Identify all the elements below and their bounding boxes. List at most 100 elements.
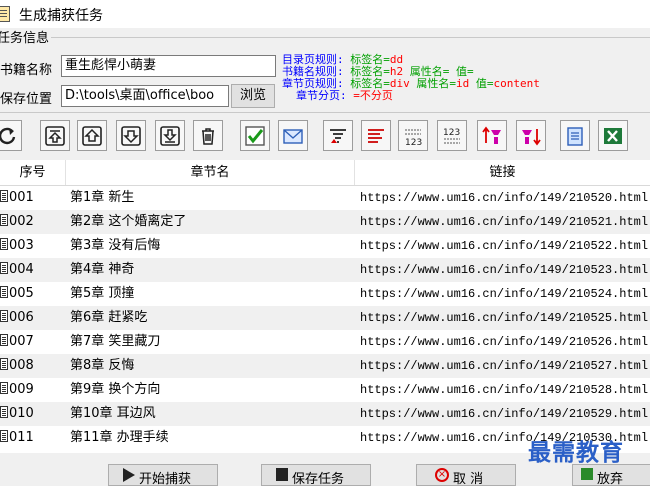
move-up-button[interactable] <box>77 120 107 151</box>
row-number: 001 <box>0 186 64 210</box>
save-task-button[interactable]: 保存任务 <box>261 464 371 486</box>
document-icon <box>0 406 8 418</box>
delete-button[interactable] <box>193 120 223 151</box>
row-number: 011 <box>0 426 64 450</box>
number-asc-icon: 123 <box>405 128 422 147</box>
table-row[interactable]: 008 第8章 反悔 https://www.um16.cn/info/149/21… <box>0 354 650 378</box>
document-icon <box>0 190 8 202</box>
play-icon <box>123 468 135 482</box>
row-number-text: 008 <box>9 358 34 373</box>
move-down-button[interactable] <box>116 120 146 151</box>
notepad-button[interactable] <box>560 120 590 151</box>
row-link: https://www.um16.cn/info/149/210527.html <box>360 359 649 373</box>
sort-asc-button[interactable] <box>323 120 353 151</box>
chapter-attr-label: 属性名= <box>416 77 456 90</box>
table-row[interactable]: 010 第10章 耳边风 https://www.um16.cn/info/149/… <box>0 402 650 426</box>
watermark: 最需教育 <box>528 439 624 466</box>
toolbar: 123 123 <box>0 119 650 155</box>
move-bottom-button[interactable] <box>155 120 185 151</box>
row-link: https://www.um16.cn/info/149/210524.html <box>360 287 649 301</box>
row-number-text: 004 <box>9 262 34 277</box>
row-number: 005 <box>0 282 64 306</box>
document-icon <box>0 310 8 322</box>
document-icon <box>0 238 8 250</box>
mail-button[interactable] <box>278 120 308 151</box>
table-header: 序号 章节名 链接 <box>0 160 650 186</box>
column-header-link[interactable]: 链接 <box>355 160 650 185</box>
start-capture-button[interactable]: 开始捕获 <box>108 464 218 486</box>
checkbox-checked-icon <box>245 125 265 146</box>
table-row[interactable]: 003 第3章 没有后悔 https://www.um16.cn/info/149/… <box>0 234 650 258</box>
check-all-button[interactable] <box>240 120 270 151</box>
abandon-icon <box>581 468 593 480</box>
filter-down-button[interactable] <box>516 120 546 151</box>
move-bottom-icon <box>160 125 180 146</box>
start-capture-label: 开始捕获 <box>139 472 192 486</box>
rules-panel: 目录页规则: 标签名=dd 书籍名规则: 标签名=h2 属性名= 值= 章节页规… <box>282 54 642 102</box>
row-chapter: 第3章 没有后悔 <box>70 238 161 253</box>
sort-desc-button[interactable] <box>361 120 391 151</box>
task-info-legend: 任务信息 <box>0 31 52 47</box>
row-link: https://www.um16.cn/info/149/210528.html <box>360 383 649 397</box>
abandon-button[interactable]: 放弃 <box>572 464 650 486</box>
row-chapter: 第6章 赶紧吃 <box>70 310 148 325</box>
filter-up-button[interactable] <box>477 120 507 151</box>
row-chapter: 第1章 新生 <box>70 190 135 205</box>
document-icon <box>0 430 8 442</box>
excel-button[interactable] <box>598 120 628 151</box>
row-link: https://www.um16.cn/info/149/210522.html <box>360 239 649 253</box>
row-link: https://www.um16.cn/info/149/210526.html <box>360 335 649 349</box>
refresh-icon <box>0 127 16 144</box>
number-asc-button[interactable]: 123 <box>398 120 428 151</box>
book-name-input[interactable]: 重生彪悍小萌妻 <box>61 55 276 77</box>
row-number-text: 001 <box>9 190 34 205</box>
table-row[interactable]: 002 第2章 这个婚离定了 https://www.um16.cn/info/14… <box>0 210 650 234</box>
row-chapter: 第2章 这个婚离定了 <box>70 214 187 229</box>
document-icon <box>0 334 8 346</box>
chapter-table: 序号 章节名 链接 001 第1章 新生 https://www.um16.cn/i… <box>0 160 650 453</box>
browse-button[interactable]: 浏览 <box>231 84 275 108</box>
row-link: https://www.um16.cn/info/149/210525.html <box>360 311 649 325</box>
row-number: 004 <box>0 258 64 282</box>
move-top-button[interactable] <box>40 120 70 151</box>
save-location-input[interactable]: D:\tools\桌面\office\boo <box>61 85 229 107</box>
cancel-button[interactable]: × 取 消 <box>416 464 516 486</box>
window-title: 生成捕获任务 <box>19 8 103 24</box>
table-row[interactable]: 001 第1章 新生 https://www.um16.cn/info/149/21… <box>0 186 650 210</box>
table-row[interactable]: 007 第7章 笑里藏刀 https://www.um16.cn/info/149/… <box>0 330 650 354</box>
table-row[interactable]: 006 第6章 赶紧吃 https://www.um16.cn/info/149/2… <box>0 306 650 330</box>
paging-rule: 章节分页: =不分页 <box>282 90 642 102</box>
row-chapter: 第4章 神奇 <box>70 262 135 277</box>
notepad-icon <box>567 126 583 146</box>
table-row[interactable]: 005 第5章 顶撞 https://www.um16.cn/info/149/21… <box>0 282 650 306</box>
row-chapter: 第9章 换个方向 <box>70 382 161 397</box>
document-icon <box>0 382 8 394</box>
sort-desc-icon <box>368 128 384 143</box>
refresh-button[interactable] <box>0 120 22 151</box>
trash-icon <box>202 127 214 145</box>
column-header-chapter[interactable]: 章节名 <box>66 160 355 185</box>
mail-icon <box>283 128 303 144</box>
row-number-text: 005 <box>9 286 34 301</box>
row-number: 003 <box>0 234 64 258</box>
column-header-number[interactable]: 序号 <box>0 160 66 185</box>
save-icon <box>276 468 288 481</box>
title-bar: 生成捕获任务 <box>0 0 650 28</box>
row-number: 009 <box>0 378 64 402</box>
table-row[interactable]: 009 第9章 换个方向 https://www.um16.cn/info/149/… <box>0 378 650 402</box>
number-desc-button[interactable]: 123 <box>437 120 467 151</box>
row-chapter: 第11章 办理手续 <box>70 430 169 445</box>
table-row[interactable]: 004 第4章 神奇 https://www.um16.cn/info/149/21… <box>0 258 650 282</box>
app-icon <box>0 6 10 22</box>
row-number: 007 <box>0 330 64 354</box>
row-link: https://www.um16.cn/info/149/210520.html <box>360 191 649 205</box>
document-icon <box>0 262 8 274</box>
cancel-label: 取 消 <box>453 472 484 486</box>
row-link: https://www.um16.cn/info/149/210529.html <box>360 407 649 421</box>
chapter-value-value: content <box>493 77 540 90</box>
move-down-icon <box>121 125 141 146</box>
row-number-text: 003 <box>9 238 34 253</box>
save-location-label: 保存位置 <box>0 92 53 107</box>
row-number-text: 002 <box>9 214 34 229</box>
abandon-label: 放弃 <box>597 472 624 486</box>
